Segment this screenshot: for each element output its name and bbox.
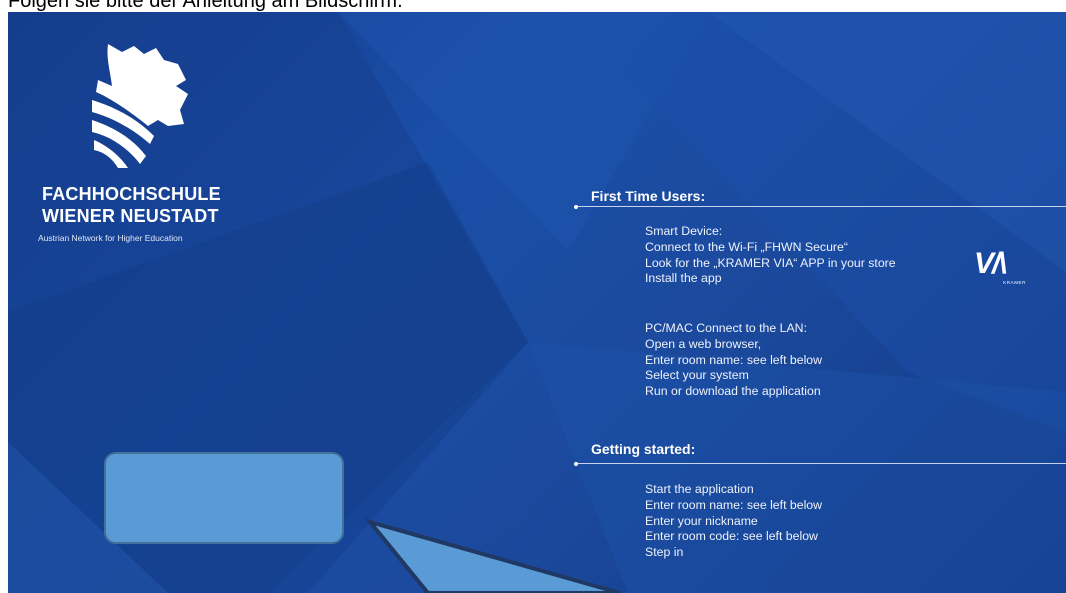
welcome-slide: FACHHOCHSCHULE WIENER NEUSTADT Austrian … [8,12,1066,593]
pointer-arrow-shape [364,518,621,593]
